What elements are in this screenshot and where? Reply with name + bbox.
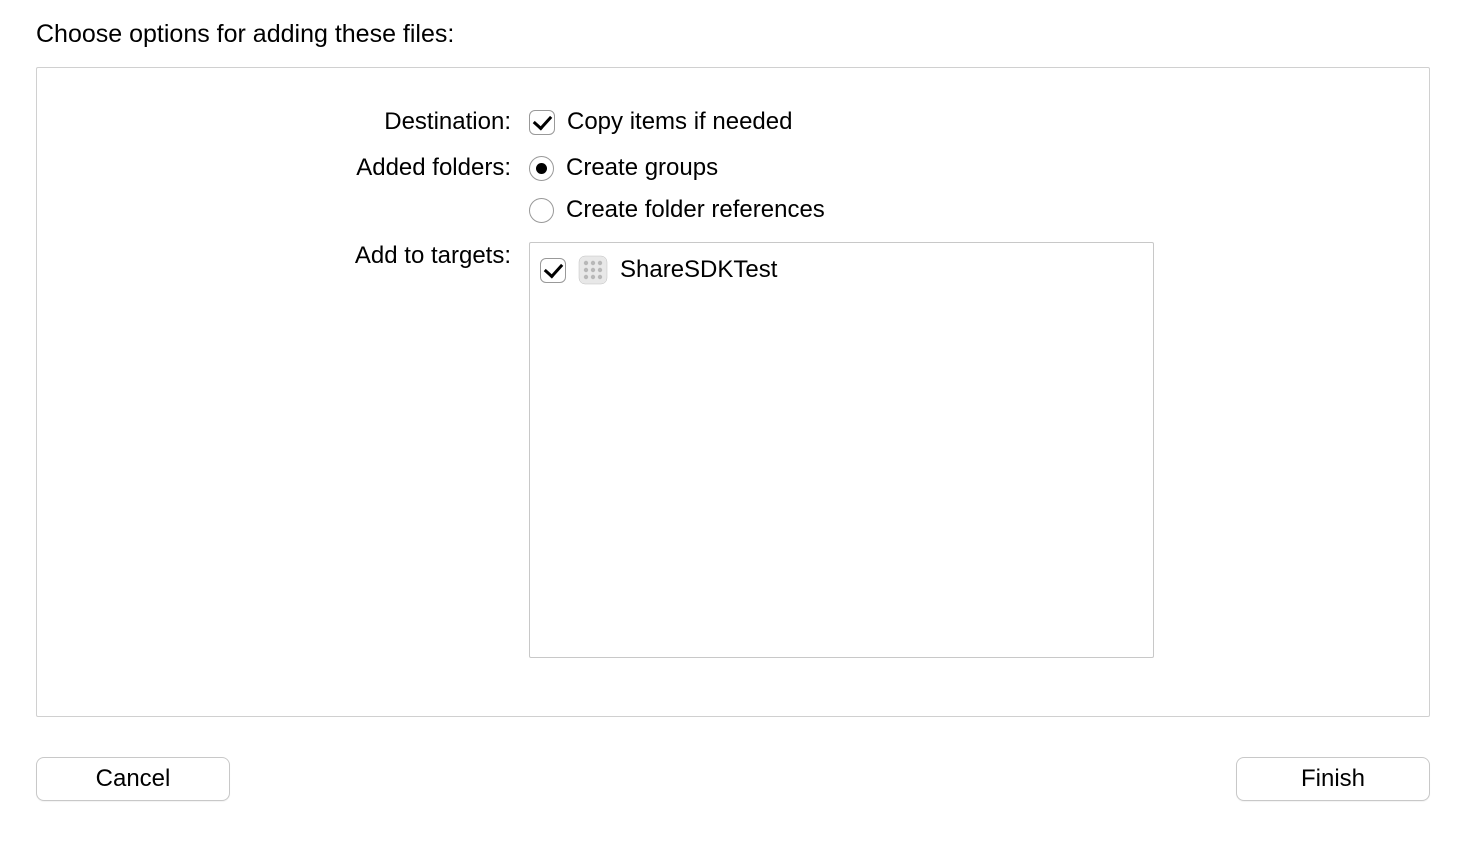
added-folders-label: Added folders: (87, 154, 529, 182)
copy-items-checkbox[interactable] (529, 110, 555, 135)
options-panel: Destination: Copy items if needed Added … (36, 67, 1430, 717)
target-row[interactable]: ShareSDKTest (540, 251, 1143, 289)
create-groups-radio[interactable] (529, 156, 554, 181)
create-folder-references-label: Create folder references (566, 196, 825, 224)
dialog-title: Choose options for adding these files: (36, 20, 1430, 49)
app-icon (578, 255, 608, 285)
dialog-footer: Cancel Finish (36, 717, 1430, 837)
copy-items-label: Copy items if needed (567, 108, 792, 136)
destination-row: Destination: Copy items if needed (87, 108, 1379, 136)
targets-list[interactable]: ShareSDKTest (529, 242, 1154, 658)
add-to-targets-row: Add to targets: (87, 242, 1379, 658)
destination-label: Destination: (87, 108, 529, 136)
added-folders-row: Added folders: Create groups Create fold… (87, 154, 1379, 224)
cancel-button[interactable]: Cancel (36, 757, 230, 801)
target-checkbox[interactable] (540, 258, 566, 283)
create-groups-label: Create groups (566, 154, 718, 182)
finish-button[interactable]: Finish (1236, 757, 1430, 801)
target-name: ShareSDKTest (620, 256, 777, 284)
add-files-dialog: Choose options for adding these files: D… (0, 0, 1466, 864)
create-folder-references-radio[interactable] (529, 198, 554, 223)
add-to-targets-label: Add to targets: (87, 242, 529, 270)
